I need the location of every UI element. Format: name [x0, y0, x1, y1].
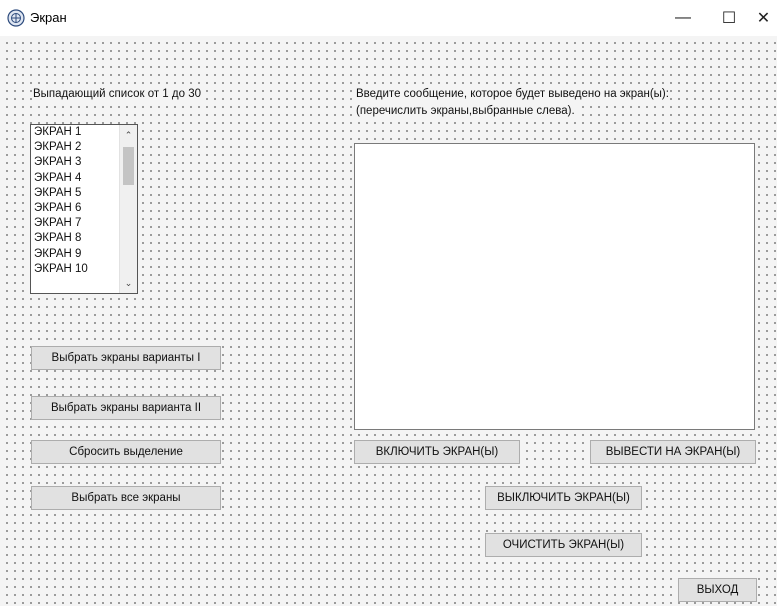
chevron-down-icon[interactable]: ⌄ — [120, 275, 137, 291]
list-scrollbar[interactable]: ⌃ ⌄ — [119, 125, 137, 293]
maximize-button[interactable]: ☐ — [706, 0, 752, 36]
list-label: Выпадающий список от 1 до 30 — [32, 87, 202, 102]
message-label-line2: (перечислить экраны,выбранные слева). — [355, 104, 576, 119]
turn-off-screens-button[interactable]: ВЫКЛЮЧИТЬ ЭКРАН(Ы) — [485, 486, 642, 510]
window-title: Экран — [30, 10, 67, 25]
title-bar: Экран — ☐ ✕ — [0, 0, 777, 36]
exit-button[interactable]: ВЫХОД — [678, 578, 757, 602]
clear-screens-button[interactable]: ОЧИСТИТЬ ЭКРАН(Ы) — [485, 533, 642, 557]
close-button[interactable]: ✕ — [750, 0, 777, 36]
select-variant-1-button[interactable]: Выбрать экраны варианты I — [31, 346, 221, 370]
screen-listbox[interactable]: ЭКРАН 1 ЭКРАН 2 ЭКРАН 3 ЭКРАН 4 ЭКРАН 5 … — [30, 124, 138, 294]
message-input[interactable] — [354, 143, 755, 430]
select-all-button[interactable]: Выбрать все экраны — [31, 486, 221, 510]
minimize-button[interactable]: — — [660, 0, 706, 36]
chevron-up-icon[interactable]: ⌃ — [120, 127, 137, 143]
turn-on-screens-button[interactable]: ВКЛЮЧИТЬ ЭКРАН(Ы) — [354, 440, 520, 464]
output-to-screens-button[interactable]: ВЫВЕСТИ НА ЭКРАН(Ы) — [590, 440, 756, 464]
scrollbar-thumb[interactable] — [123, 147, 134, 185]
app-icon — [7, 9, 25, 27]
message-label-line1: Введите сообщение, которое будет выведен… — [355, 87, 670, 102]
reset-selection-button[interactable]: Сбросить выделение — [31, 440, 221, 464]
select-variant-2-button[interactable]: Выбрать экраны варианта II — [31, 396, 221, 420]
